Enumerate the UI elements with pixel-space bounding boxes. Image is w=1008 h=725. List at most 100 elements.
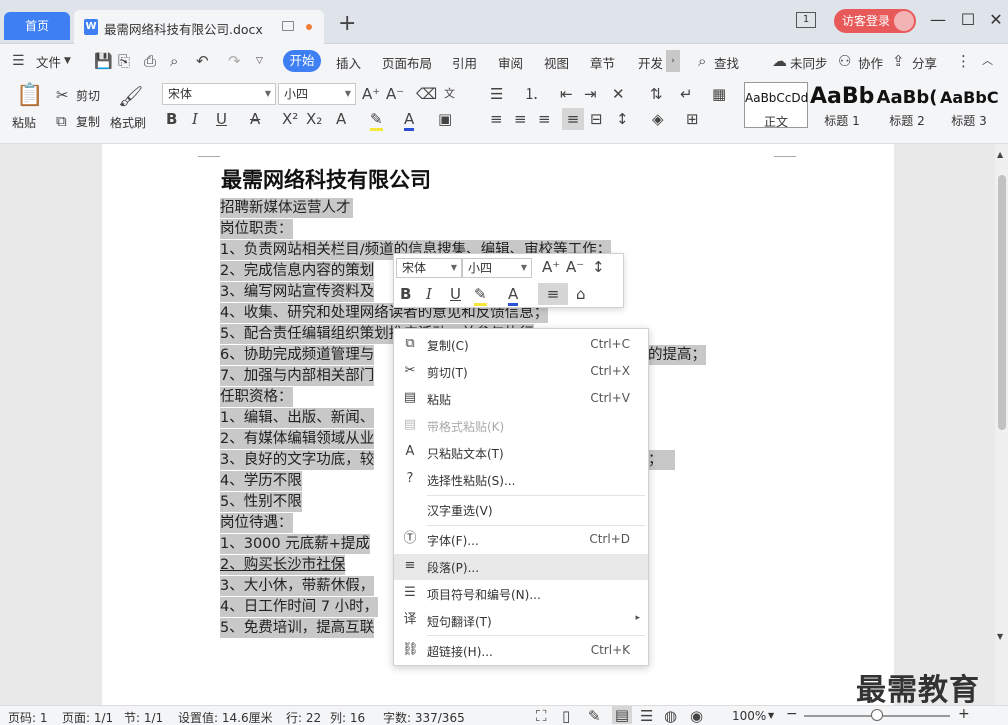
status-pages[interactable]: 页面: 1/1 [62, 709, 113, 725]
shrink-font-icon[interactable]: A⁻ [386, 85, 404, 103]
font-family-select[interactable]: 宋体 ▼ [162, 83, 276, 105]
tab-home[interactable]: 首页 [4, 12, 70, 40]
strikethrough-icon[interactable]: A [250, 110, 260, 128]
grow-font-icon[interactable]: A⁺ [362, 85, 380, 103]
fullscreen-icon[interactable]: ⛶ [536, 707, 547, 725]
underline-icon[interactable]: U [450, 285, 461, 303]
doc-line-tail[interactable]: 的提高； [648, 345, 706, 365]
align-left-icon[interactable]: ≡ [490, 110, 503, 128]
search-icon[interactable]: ⌕ [698, 52, 706, 70]
scroll-up-icon[interactable]: ▲ [997, 146, 1003, 164]
style-heading2[interactable]: AaBb(标题 2 [876, 82, 938, 128]
doc-line[interactable]: 4、学历不限 [220, 471, 302, 491]
doc-line[interactable]: 岗位待遇： [220, 513, 293, 533]
doc-line[interactable]: 岗位职责： [220, 219, 293, 239]
doc-line[interactable]: 3、良好的文字功底，较 [220, 450, 375, 470]
numbered-list-icon[interactable]: ⒈ [524, 85, 539, 103]
menu-file[interactable]: 文件 [36, 52, 61, 71]
status-column[interactable]: 列: 16 [330, 709, 365, 725]
menu-search[interactable]: 查找 [714, 53, 739, 72]
ctx-paste-text-only[interactable]: A 只粘贴文本(T) [394, 440, 648, 466]
highlight-icon[interactable]: ✎ [370, 110, 383, 131]
ctx-hyperlink[interactable]: ⛓ 超链接(H)... Ctrl+K [394, 638, 648, 664]
ctx-copy[interactable]: ⧉ 复制(C) Ctrl+C [394, 332, 648, 358]
italic-icon[interactable]: I [426, 285, 432, 303]
write-mode-icon[interactable]: ✎ [588, 707, 601, 725]
export-icon[interactable]: ⎘ [118, 52, 130, 70]
monitor-icon[interactable] [282, 21, 294, 31]
ctx-font[interactable]: Ⓣ 字体(F)... Ctrl+D [394, 527, 648, 553]
font-color-icon[interactable]: A [508, 285, 519, 306]
cloud-icon[interactable]: ☁ [772, 52, 787, 70]
more-icon[interactable]: ⋮ [956, 52, 971, 70]
document-title[interactable]: 最需网络科技有限公司 [221, 164, 431, 194]
doc-line[interactable]: 7、加强与内部相关部门 [220, 366, 375, 386]
format-painter-icon[interactable]: ⌂ [576, 285, 586, 303]
paste-icon[interactable]: 📋 [16, 84, 43, 108]
style-heading3[interactable]: AaBbC 标题 3 [940, 82, 998, 128]
borders-icon[interactable]: ⊞ [686, 110, 699, 128]
increase-indent-icon[interactable]: ⇥ [584, 85, 597, 103]
underline-icon[interactable]: U [216, 110, 227, 128]
save-icon[interactable]: 💾 [94, 52, 113, 70]
status-page-number[interactable]: 页码: 1 [8, 709, 48, 725]
format-painter-label[interactable]: 格式刷 [110, 114, 146, 131]
superscript-icon[interactable]: X² [282, 110, 298, 128]
ctx-translate[interactable]: 译短句翻译(T) ▸ [394, 608, 648, 634]
share-icon[interactable]: ⇪ [892, 52, 905, 70]
menu-review[interactable]: 审阅 [498, 53, 523, 72]
collab-icon[interactable]: ⚇ [838, 52, 851, 70]
ctx-paragraph[interactable]: ≡ 段落(P)... [394, 554, 648, 580]
hamburger-icon[interactable]: ☰ [12, 52, 25, 70]
doc-line[interactable]: 1、3000 元底薪+提成 [220, 534, 370, 554]
quick-access-chevron-icon[interactable]: ▽ [256, 52, 263, 70]
doc-line[interactable]: 3、大小休，带薪休假， [220, 576, 375, 596]
scroll-down-icon[interactable]: ▼ [997, 628, 1003, 646]
doc-line[interactable]: 2、有媒体编辑领域从业 [220, 429, 375, 449]
ctx-paste-special[interactable]: ? 选择性粘贴(S)... [394, 467, 648, 493]
line-spacing-icon[interactable]: ↕ [592, 258, 605, 276]
menu-start[interactable]: 开始 [283, 50, 321, 72]
menu-reference[interactable]: 引用 [452, 53, 477, 72]
doc-line-tail[interactable]: ； [648, 450, 675, 470]
bullet-list-icon[interactable]: ☰ [490, 85, 503, 103]
bold-icon[interactable]: B [166, 110, 177, 128]
web-view-icon[interactable]: ◍ [664, 707, 677, 725]
table-style-icon[interactable]: ▦ [712, 85, 726, 103]
line-spacing-icon[interactable]: ↕ [616, 110, 629, 128]
scissors-icon[interactable]: ✂ [56, 86, 69, 104]
decrease-indent-icon[interactable]: ⇤ [560, 85, 573, 103]
text-effect-icon[interactable]: A [336, 110, 346, 128]
highlight-icon[interactable]: ✎ [474, 285, 487, 306]
chevron-down-icon[interactable]: ▼ [64, 52, 71, 70]
undo-icon[interactable]: ↶ [196, 52, 209, 70]
mini-size-select[interactable]: 小四 ▼ [462, 258, 532, 278]
chevron-down-icon[interactable]: ▼ [768, 711, 774, 720]
menu-sync[interactable]: 未同步 [790, 53, 828, 72]
menu-share[interactable]: 分享 [912, 53, 937, 72]
paste-label[interactable]: 粘贴 [12, 114, 36, 131]
align-justify-icon[interactable]: ≡ [538, 283, 568, 305]
menu-view[interactable]: 视图 [544, 53, 569, 72]
distribute-icon[interactable]: ⊟ [590, 110, 603, 128]
ctx-paste[interactable]: ▤ 粘贴 Ctrl+V [394, 386, 648, 412]
collapse-ribbon-icon[interactable]: ︿ [982, 52, 993, 70]
menu-chapter[interactable]: 章节 [590, 53, 615, 72]
ctx-cut[interactable]: ✂ 剪切(T) Ctrl+X [394, 359, 648, 385]
char-border-icon[interactable]: ▣ [438, 110, 452, 128]
window-count-badge[interactable]: 1 [796, 12, 816, 28]
mini-font-select[interactable]: 宋体 ▼ [396, 258, 462, 278]
shrink-font-icon[interactable]: A⁻ [566, 258, 584, 276]
ctx-paste-with-format[interactable]: ▤ 带格式粘贴(K) [394, 413, 648, 439]
doc-line[interactable]: 任职资格： [220, 387, 293, 407]
sort-icon[interactable]: ⇅ [650, 85, 663, 103]
copy-icon[interactable]: ⧉ [56, 112, 67, 130]
grow-font-icon[interactable]: A⁺ [542, 258, 560, 276]
visitor-login-button[interactable]: 访客登录 [834, 9, 916, 33]
eye-icon[interactable]: ◉ [690, 707, 703, 725]
align-justify-icon[interactable]: ≡ [562, 108, 584, 130]
status-word-count[interactable]: 字数: 337/365 [383, 709, 465, 725]
subscript-icon[interactable]: X₂ [306, 110, 322, 128]
minimize-button[interactable]: — [928, 10, 948, 29]
copy-label[interactable]: 复制 [76, 113, 100, 130]
